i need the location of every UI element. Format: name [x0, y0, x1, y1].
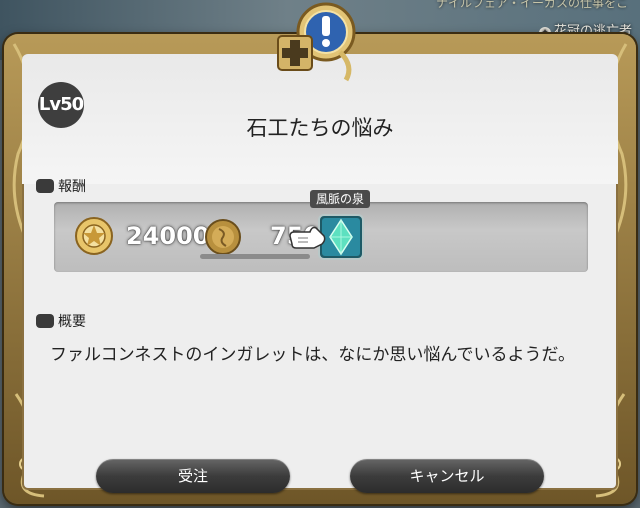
- gil-icon: [75, 217, 113, 255]
- hand-pointer-cursor-icon: [289, 226, 326, 249]
- quest-emblem-icon: [277, 2, 356, 82]
- aether-current-tooltip: 風脈の泉: [310, 190, 371, 208]
- summary-label-text: 概要: [58, 314, 86, 330]
- accept-button[interactable]: 受注: [96, 459, 290, 493]
- cancel-button[interactable]: キャンセル: [350, 459, 544, 493]
- summary-book-icon: [36, 314, 54, 328]
- reward-bar: 24000 750 風脈の泉: [54, 190, 588, 272]
- world-top-text: ナイルフェア・イーガスの仕事をこ: [435, 0, 628, 10]
- seal-underline: [200, 254, 310, 259]
- gil-amount: 24000: [126, 222, 210, 250]
- seal-coin-icon: [205, 219, 241, 255]
- reward-section-label: 報酬: [36, 176, 86, 196]
- quest-panel: Lv50 石工たちの悩み 報酬 24000 750 風脈の泉: [22, 54, 618, 493]
- quest-title: 石工たちの悩み: [246, 116, 394, 140]
- summary-section-label: 概要: [36, 311, 86, 331]
- reward-section-icon: [36, 179, 54, 193]
- quest-summary: ファルコンネストのインガレットは、なにか思い悩んでいるようだ。: [50, 345, 575, 365]
- reward-label-text: 報酬: [58, 179, 86, 195]
- quest-window: Lv50 石工たちの悩み 報酬 24000 750 風脈の泉: [4, 2, 636, 504]
